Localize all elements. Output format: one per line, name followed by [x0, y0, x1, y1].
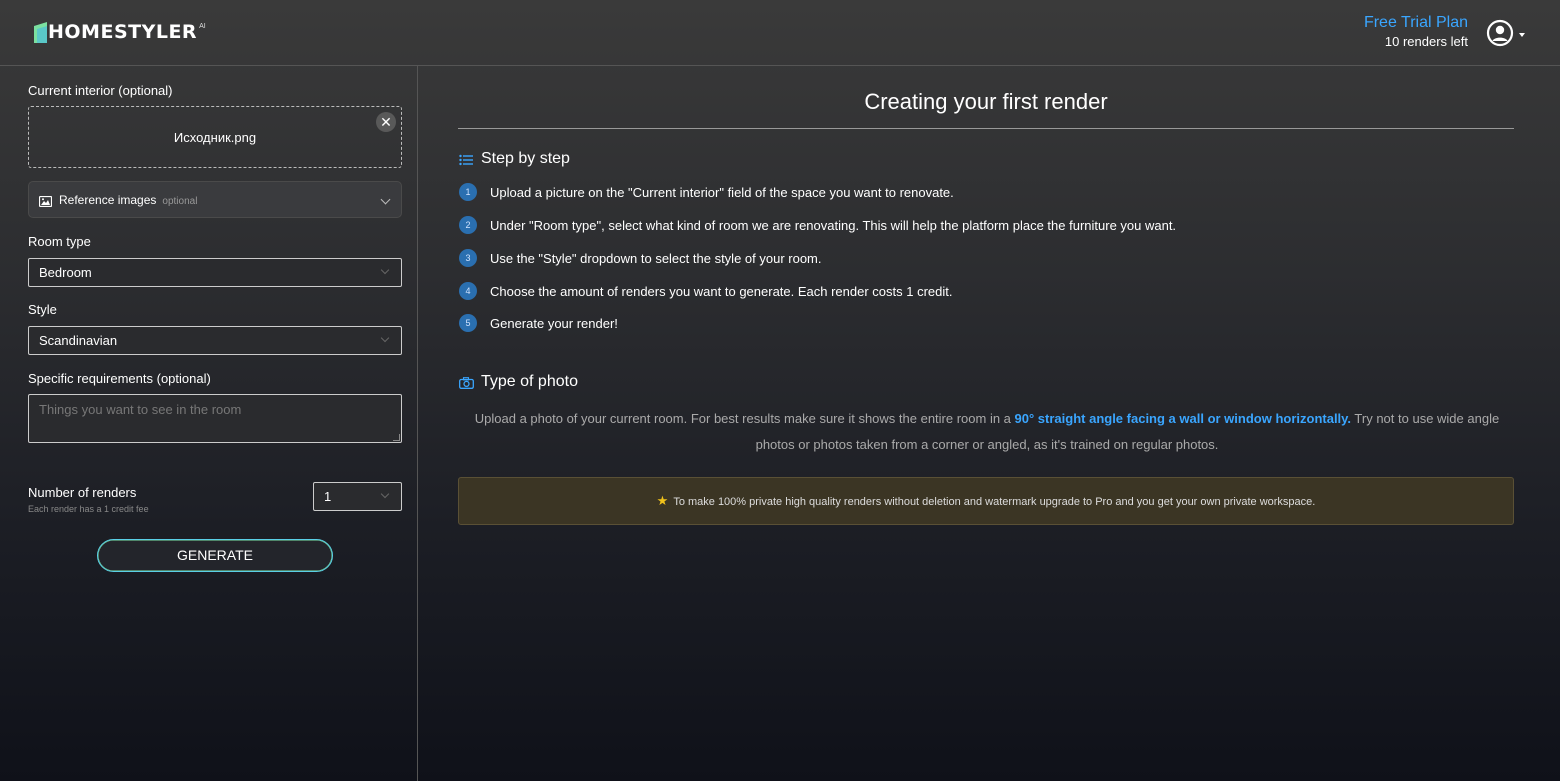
logo-text: HOMESTYLER	[48, 21, 198, 43]
uploaded-file-name: Исходник.png	[173, 130, 257, 145]
step-text: Choose the amount of renders you want to…	[490, 283, 953, 299]
room-type-value: Bedroom	[39, 265, 92, 280]
step-number-badge: 2	[459, 216, 477, 234]
photo-text-part-1: Upload a photo of your current room. For…	[474, 411, 1015, 426]
step-item: 5 Generate your render!	[459, 314, 618, 332]
photo-text-highlight: 90° straight angle facing a wall or wind…	[1014, 411, 1352, 426]
list-icon	[459, 153, 473, 166]
style-label: Style	[28, 302, 57, 317]
current-interior-dropzone[interactable]: Исходник.png ✕	[28, 106, 402, 168]
step-number-badge: 4	[459, 282, 477, 300]
step-item: 3 Use the "Style" dropdown to select the…	[459, 249, 822, 267]
generate-button[interactable]: GENERATE	[97, 539, 333, 572]
reference-images-label: Reference images	[59, 193, 157, 207]
num-renders-select[interactable]: 1	[313, 482, 402, 511]
style-value: Scandinavian	[39, 333, 118, 348]
chevron-down-icon	[380, 489, 390, 499]
step-number-badge: 5	[459, 314, 477, 332]
image-icon	[38, 194, 53, 208]
current-interior-label: Current interior (optional)	[28, 83, 173, 98]
step-text: Upload a picture on the "Current interio…	[490, 184, 954, 200]
user-menu-caret-icon[interactable]	[1519, 33, 1525, 37]
steps-heading-text: Step by step	[481, 150, 570, 167]
num-renders-label: Number of renders	[28, 485, 137, 500]
plan-info[interactable]: Free Trial Plan 10 renders left	[1364, 13, 1468, 51]
step-number-badge: 1	[459, 183, 477, 201]
requirements-textarea[interactable]: Things you want to see in the room	[28, 394, 402, 443]
photo-guidance-text: Upload a photo of your current room. For…	[459, 406, 1515, 458]
step-number-badge: 3	[459, 249, 477, 267]
room-type-select[interactable]: Bedroom	[28, 258, 402, 287]
step-text: Under "Room type", select what kind of r…	[490, 217, 1177, 233]
logo-ai-badge: AI	[199, 22, 206, 30]
render-settings-sidebar: Current interior (optional) Исходник.png…	[0, 66, 418, 781]
camera-icon	[459, 376, 474, 389]
plan-name[interactable]: Free Trial Plan	[1364, 13, 1468, 33]
reference-optional-tag: optional	[162, 196, 198, 207]
steps-heading: Step by step	[459, 150, 570, 168]
step-item: 2 Under "Room type", select what kind of…	[459, 216, 1176, 234]
star-icon: ★	[656, 493, 669, 508]
step-text: Generate your render!	[490, 315, 618, 331]
pro-upgrade-notice: ★ To make 100% private high quality rende…	[458, 477, 1514, 525]
page-title: Creating your first render	[864, 89, 1108, 114]
step-item: 4 Choose the amount of renders you want …	[459, 282, 953, 300]
homestyler-logo[interactable]: HOMESTYLER AI	[34, 21, 206, 43]
user-avatar-icon[interactable]	[1486, 19, 1514, 47]
chevron-down-icon	[380, 194, 391, 205]
top-header: HOMESTYLER AI Free Trial Plan 10 renders…	[0, 0, 1560, 66]
style-select[interactable]: Scandinavian	[28, 326, 402, 355]
photo-heading-text: Type of photo	[481, 373, 578, 390]
chevron-down-icon	[380, 333, 390, 343]
logo-mark-icon	[34, 21, 47, 43]
num-renders-value: 1	[324, 489, 332, 504]
step-item: 1 Upload a picture on the "Current inter…	[459, 183, 954, 201]
num-renders-subtext: Each render has a 1 credit fee	[28, 504, 149, 514]
remove-file-close-icon[interactable]: ✕	[376, 112, 396, 132]
pro-notice-text: To make 100% private high quality render…	[673, 496, 1316, 508]
photo-heading: Type of photo	[459, 373, 578, 391]
resize-handle-icon[interactable]	[393, 434, 400, 441]
instructions-panel: Creating your first render Step by step …	[419, 66, 1560, 781]
title-divider	[458, 128, 1514, 129]
chevron-down-icon	[380, 265, 390, 275]
renders-left: 10 renders left	[1384, 34, 1468, 49]
step-text: Use the "Style" dropdown to select the s…	[490, 250, 822, 266]
reference-images-accordion[interactable]: Reference images optional	[28, 181, 402, 218]
room-type-label: Room type	[28, 234, 91, 249]
requirements-label: Specific requirements (optional)	[28, 371, 211, 386]
requirements-placeholder: Things you want to see in the room	[39, 402, 242, 417]
